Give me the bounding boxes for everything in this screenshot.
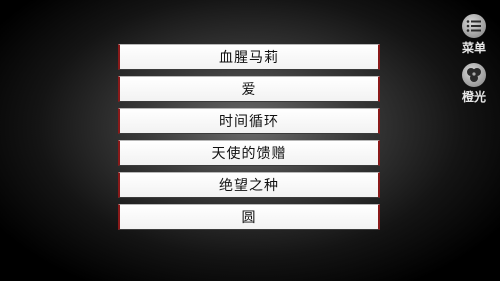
menu-button[interactable]: 菜单 bbox=[457, 14, 491, 56]
choice-item-3[interactable]: 时间循环 bbox=[118, 108, 380, 134]
choice-item-1[interactable]: 血腥马莉 bbox=[118, 44, 380, 70]
clover-icon bbox=[462, 63, 486, 87]
list-icon bbox=[462, 14, 486, 38]
choice-label: 血腥马莉 bbox=[219, 50, 279, 66]
choice-label: 圆 bbox=[241, 210, 257, 226]
choice-label: 时间循环 bbox=[219, 114, 279, 130]
choice-item-6[interactable]: 圆 bbox=[118, 204, 380, 230]
choice-label: 爱 bbox=[241, 82, 257, 98]
menu-button-label: 菜单 bbox=[461, 41, 486, 55]
orange-light-button[interactable]: 橙光 bbox=[457, 63, 491, 105]
choice-menu: 血腥马莉 爱 时间循环 天使的馈赠 绝望之种 圆 bbox=[118, 44, 380, 236]
choice-item-4[interactable]: 天使的馈赠 bbox=[118, 140, 380, 166]
choice-label: 绝望之种 bbox=[219, 178, 279, 194]
choice-item-5[interactable]: 绝望之种 bbox=[118, 172, 380, 198]
choice-item-2[interactable]: 爱 bbox=[118, 76, 380, 102]
orange-light-button-label: 橙光 bbox=[461, 90, 486, 104]
choice-label: 天使的馈赠 bbox=[211, 146, 287, 162]
